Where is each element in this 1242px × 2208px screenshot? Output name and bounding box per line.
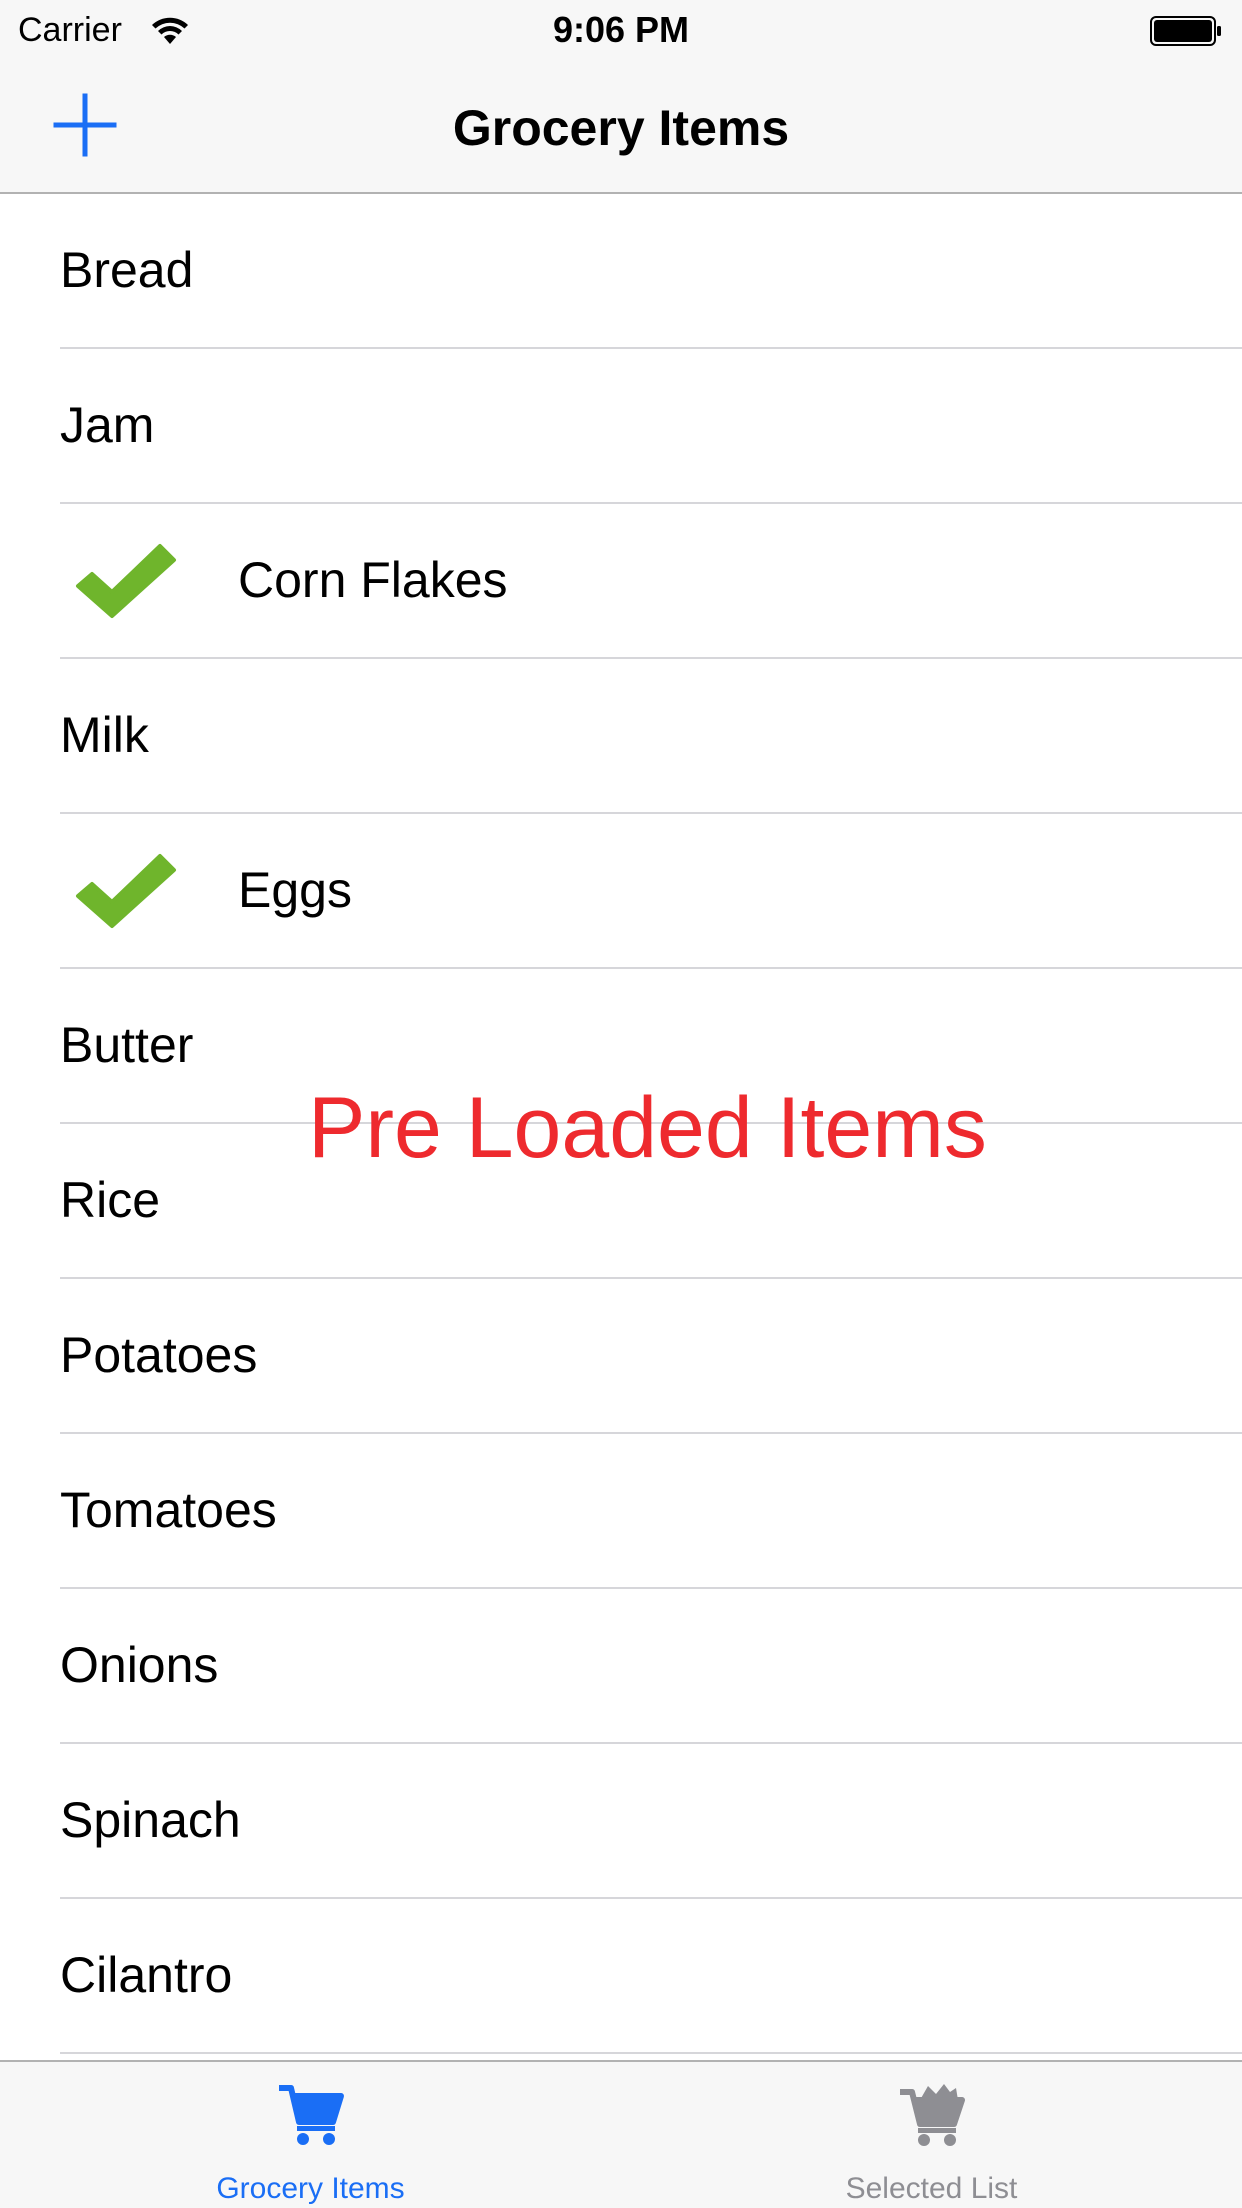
list-item[interactable]: Spinach bbox=[60, 1744, 1242, 1899]
checkmark-icon bbox=[76, 854, 176, 928]
status-bar: Carrier 9:06 PM bbox=[0, 0, 1242, 60]
list-item-label: Jam bbox=[60, 397, 155, 453]
battery-icon bbox=[1150, 16, 1221, 46]
list-item-label: Potatoes bbox=[60, 1327, 258, 1383]
checkmark-icon bbox=[76, 544, 176, 618]
cart-full-icon bbox=[899, 2084, 965, 2146]
list-item[interactable]: Cilantro bbox=[60, 1899, 1242, 2054]
tab-label: Selected List bbox=[845, 2172, 1018, 2205]
list-item-label: Milk bbox=[60, 707, 149, 763]
overlay-annotation: Pre Loaded Items bbox=[308, 1080, 987, 1176]
cart-icon bbox=[278, 2085, 344, 2145]
list-item-label: Spinach bbox=[60, 1792, 241, 1848]
list-item[interactable]: Milk bbox=[60, 659, 1242, 814]
list-item[interactable]: Eggs bbox=[60, 814, 1242, 969]
tab-label: Grocery Items bbox=[216, 2172, 405, 2205]
list-item-label: Cilantro bbox=[60, 1947, 233, 2003]
tab-grocery-items[interactable]: Grocery Items bbox=[0, 2062, 621, 2208]
status-time: 9:06 PM bbox=[552, 9, 690, 50]
navigation-bar: Grocery Items bbox=[0, 60, 1242, 192]
list-item[interactable]: Onions bbox=[60, 1589, 1242, 1744]
list-item[interactable]: Jam bbox=[60, 349, 1242, 504]
list-item[interactable]: Potatoes bbox=[60, 1279, 1242, 1434]
tab-bar: Grocery Items Selected List bbox=[0, 2060, 1242, 2208]
list-item-label: Rice bbox=[60, 1172, 161, 1228]
list-item-label: Corn Flakes bbox=[238, 552, 508, 608]
tab-selected-list[interactable]: Selected List bbox=[621, 2062, 1242, 2208]
list-item[interactable]: Bread bbox=[60, 194, 1242, 349]
list-item-label: Butter bbox=[60, 1017, 194, 1073]
list-item-label: Tomatoes bbox=[60, 1482, 277, 1538]
list-item-label: Onions bbox=[60, 1637, 219, 1693]
app-screen: Carrier 9:06 PM Grocery Items Bread Jam Co… bbox=[0, 0, 1242, 2208]
top-bar: Carrier 9:06 PM Grocery Items bbox=[0, 0, 1242, 194]
list-item[interactable]: Corn Flakes bbox=[60, 504, 1242, 659]
list-item-label: Eggs bbox=[238, 862, 352, 918]
list-item-label: Bread bbox=[60, 242, 194, 298]
page-title: Grocery Items bbox=[452, 100, 790, 156]
list-item[interactable]: Tomatoes bbox=[60, 1434, 1242, 1589]
